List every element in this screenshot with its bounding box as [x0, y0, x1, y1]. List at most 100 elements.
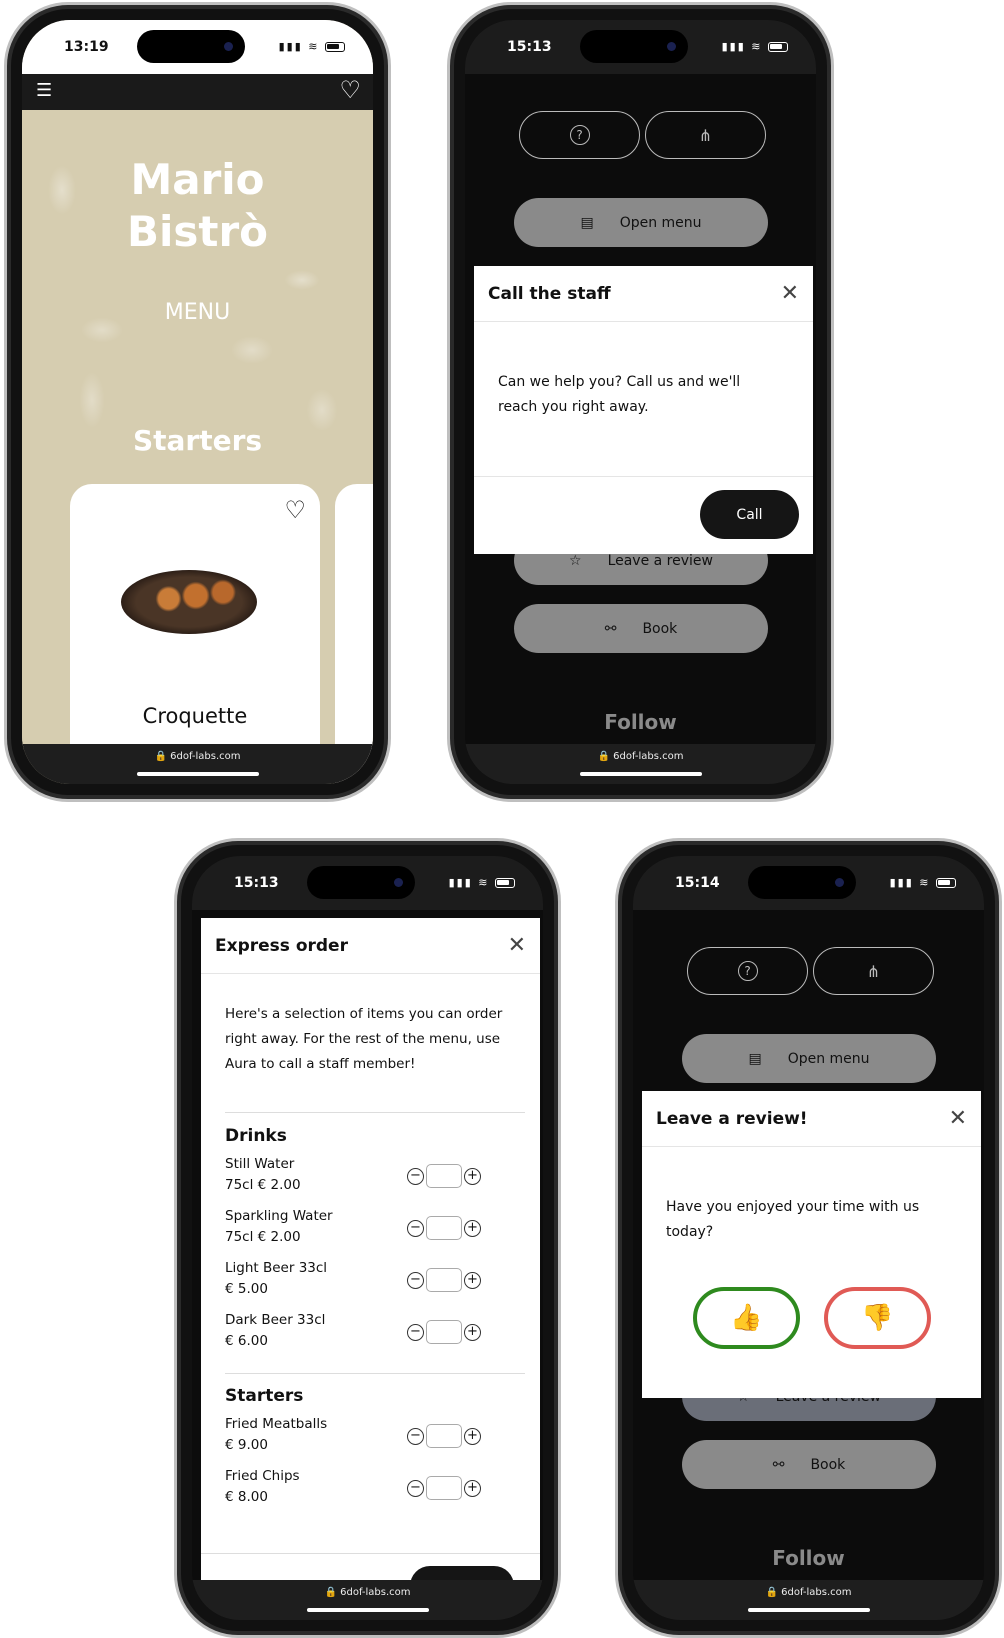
- close-icon[interactable]: ✕: [781, 281, 799, 306]
- signal-wifi-battery-icon: ▮▮▮ ≋: [449, 876, 515, 889]
- order-item: Fried Chips € 8.00: [225, 1466, 300, 1508]
- dish-name: Croquette: [142, 704, 248, 728]
- help-button[interactable]: ?: [687, 947, 808, 995]
- item-price: € 9.00: [225, 1437, 268, 1453]
- dialog-title: Express order: [215, 935, 348, 956]
- restaurant-name: Mario Bistrò: [22, 154, 373, 258]
- item-price: 75cl € 2.00: [225, 1177, 301, 1193]
- help-button[interactable]: ?: [519, 111, 640, 159]
- home-indicator: [747, 1608, 870, 1612]
- screen: 15:13 ▮▮▮ ≋ ? ⋔ ▤ Open menu ☆ Leave a revi…: [465, 20, 816, 784]
- quantity-input[interactable]: [426, 1320, 462, 1344]
- share-icon: ⋔: [866, 961, 881, 981]
- item-price: € 8.00: [225, 1489, 268, 1505]
- open-menu-button[interactable]: ▤ Open menu: [514, 198, 768, 247]
- follow-heading: Follow: [604, 710, 677, 734]
- dialog-title: Call the staff: [488, 283, 611, 304]
- quantity-stepper: − +: [407, 1320, 481, 1344]
- dynamic-island: [748, 866, 856, 899]
- open-menu-button[interactable]: ▤ Open menu: [682, 1034, 936, 1083]
- divider: [201, 1553, 540, 1554]
- plus-icon[interactable]: +: [464, 1427, 481, 1445]
- url-text: 6dof-labs.com: [781, 1587, 852, 1598]
- plus-icon[interactable]: +: [464, 1271, 481, 1289]
- order-item: Light Beer 33cl € 5.00: [225, 1258, 327, 1300]
- quantity-input[interactable]: [426, 1216, 462, 1240]
- plus-icon[interactable]: +: [464, 1479, 481, 1497]
- minus-icon[interactable]: −: [407, 1219, 424, 1237]
- question-icon: ?: [569, 125, 590, 145]
- home-indicator: [579, 772, 702, 776]
- quantity-stepper: − +: [407, 1268, 481, 1292]
- minus-icon[interactable]: −: [407, 1167, 424, 1185]
- share-button[interactable]: ⋔: [813, 947, 934, 995]
- section-starters: Starters: [225, 1386, 304, 1406]
- status-bar: 13:19 ▮▮▮ ≋: [22, 20, 373, 74]
- divider: [474, 476, 813, 477]
- minus-icon[interactable]: −: [407, 1479, 424, 1497]
- call-button[interactable]: Call: [700, 490, 799, 539]
- quantity-input[interactable]: [426, 1164, 462, 1188]
- screen: 15:14 ▮▮▮ ≋ ? ⋔ ▤Open menu ☆Leave a revi…: [633, 856, 984, 1620]
- order-item: Dark Beer 33cl € 6.00: [225, 1310, 325, 1352]
- share-icon: ⋔: [698, 125, 713, 145]
- order-item: Still Water 75cl € 2.00: [225, 1154, 301, 1196]
- follow-heading: Follow: [772, 1546, 845, 1570]
- url-text: 6dof-labs.com: [170, 751, 241, 762]
- next-dish-card[interactable]: [335, 484, 373, 784]
- dynamic-island: [580, 30, 688, 63]
- close-icon[interactable]: ✕: [949, 1106, 967, 1131]
- clock: 15:14: [675, 875, 720, 891]
- dish-card[interactable]: ♡ Croquette: [70, 484, 320, 784]
- signal-wifi-battery-icon: ▮▮▮ ≋: [722, 40, 788, 53]
- plus-icon[interactable]: +: [464, 1167, 481, 1185]
- browser-url-bar[interactable]: 🔒 6dof-labs.com: [633, 1580, 984, 1620]
- heart-icon[interactable]: ♡: [339, 76, 361, 104]
- leave-review-label: Leave a review: [607, 552, 713, 569]
- hamburger-menu-icon[interactable]: ☰: [36, 80, 52, 101]
- call-staff-dialog: Call the staff ✕ Can we help you? Call us…: [474, 266, 813, 554]
- browser-url-bar[interactable]: 🔒 6dof-labs.com: [465, 744, 816, 784]
- item-price: € 6.00: [225, 1333, 268, 1349]
- item-price: € 5.00: [225, 1281, 268, 1297]
- url-text: 6dof-labs.com: [613, 751, 684, 762]
- book-button[interactable]: ⚯ Book: [514, 604, 768, 653]
- question-icon: ?: [737, 961, 758, 981]
- minus-icon[interactable]: −: [407, 1323, 424, 1341]
- status-bar: 15:14 ▮▮▮ ≋: [633, 856, 984, 910]
- browser-url-bar[interactable]: 🔒 6dof-labs.com: [192, 1580, 543, 1620]
- browser-url-bar[interactable]: 🔒 6dof-labs.com: [22, 744, 373, 784]
- item-price: 75cl € 2.00: [225, 1229, 301, 1245]
- open-menu-label: Open menu: [619, 214, 702, 231]
- quantity-input[interactable]: [426, 1268, 462, 1292]
- quantity-input[interactable]: [426, 1476, 462, 1500]
- thumbs-up-button[interactable]: 👍: [693, 1287, 800, 1349]
- thumbs-down-button[interactable]: 👎: [824, 1287, 931, 1349]
- status-bar: 15:13 ▮▮▮ ≋: [465, 20, 816, 74]
- dish-image: [121, 570, 257, 634]
- divider: [225, 1373, 525, 1374]
- section-drinks: Drinks: [225, 1126, 287, 1146]
- share-button[interactable]: ⋔: [645, 111, 766, 159]
- menu-book-icon: ▤: [580, 214, 594, 231]
- screen: 13:19 ▮▮▮ ≋ ☰ ♡ Mario Bistrò MENU Starte…: [22, 20, 373, 784]
- clock: 15:13: [234, 875, 279, 891]
- close-icon[interactable]: ✕: [508, 933, 526, 958]
- minus-icon[interactable]: −: [407, 1427, 424, 1445]
- clock: 13:19: [64, 39, 109, 55]
- plus-icon[interactable]: +: [464, 1323, 481, 1341]
- quantity-input[interactable]: [426, 1424, 462, 1448]
- book-button[interactable]: ⚯ Book: [682, 1440, 936, 1489]
- quantity-stepper: − +: [407, 1424, 481, 1448]
- quantity-stepper: − +: [407, 1476, 481, 1500]
- item-name: Fried Meatballs: [225, 1416, 328, 1432]
- dialog-text: Can we help you? Call us and we'll reach…: [498, 374, 741, 415]
- favorite-heart-icon[interactable]: ♡: [284, 496, 306, 524]
- status-bar: 15:13 ▮▮▮ ≋: [192, 856, 543, 910]
- minus-icon[interactable]: −: [407, 1271, 424, 1289]
- open-menu-label: Open menu: [787, 1050, 870, 1067]
- app-header: ☰ ♡: [22, 74, 373, 110]
- home-indicator: [136, 772, 259, 776]
- plus-icon[interactable]: +: [464, 1219, 481, 1237]
- item-name: Dark Beer 33cl: [225, 1312, 326, 1328]
